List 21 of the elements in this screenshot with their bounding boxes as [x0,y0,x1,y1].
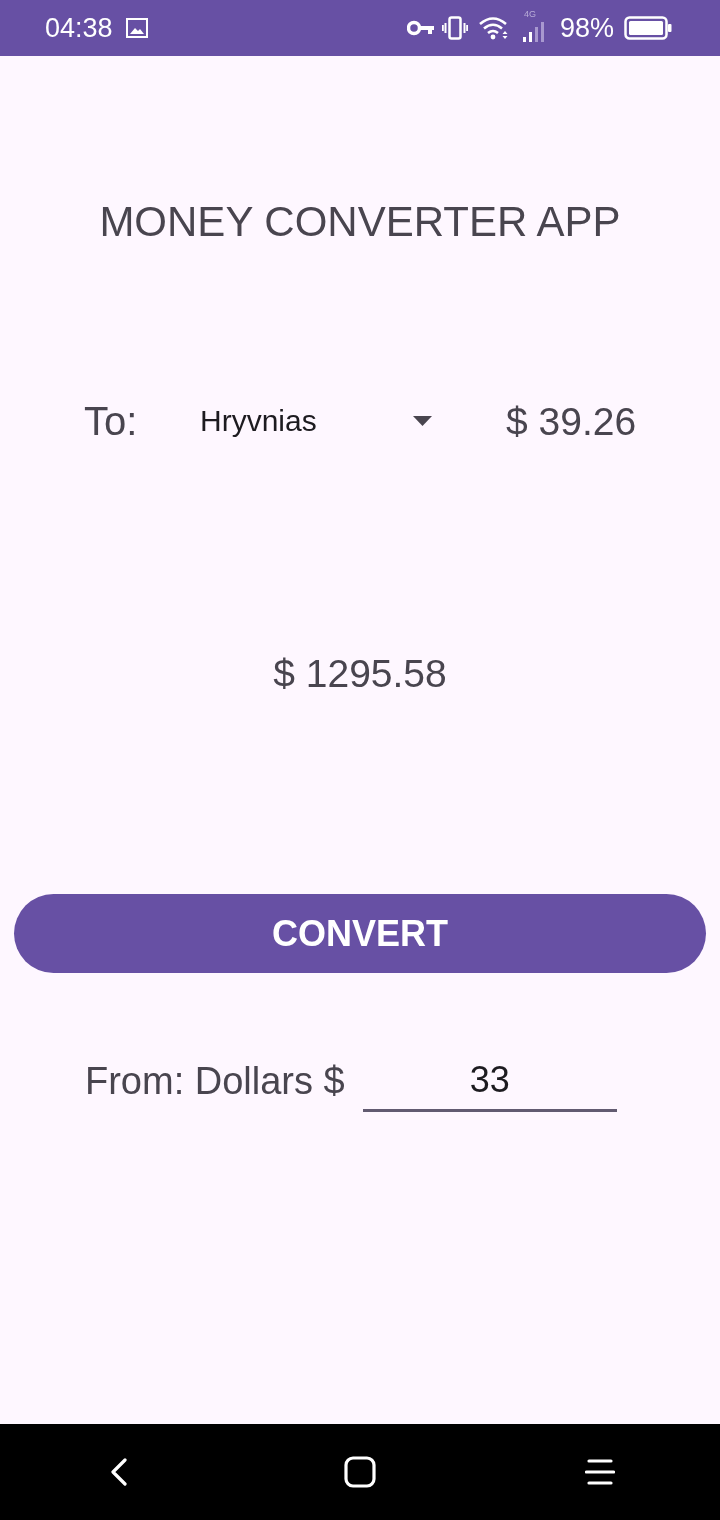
exchange-rate: $ 39.26 [506,401,637,441]
battery-icon [624,16,672,40]
currency-dropdown[interactable]: Hryvnias [184,389,450,453]
key-icon [406,20,435,36]
converted-amount: $ 1295.58 [273,653,447,693]
convert-button[interactable]: CONVERT [14,894,706,973]
menu-icon[interactable] [585,1458,615,1486]
back-icon[interactable] [109,1458,128,1486]
signal-icon [521,22,546,42]
wifi-icon [477,16,510,40]
amount-input[interactable]: 33 [362,1050,617,1112]
to-label: To: [84,401,139,441]
status-time: 04:38 [45,14,113,42]
home-icon[interactable] [344,1456,376,1488]
app-title: MONEY CONVERTER APP [99,201,621,243]
vibrate-icon [441,16,468,40]
network-type: 4G [523,10,536,19]
dropdown-caret-icon [413,416,432,426]
battery-percentage: 98% [559,14,614,42]
image-icon [125,18,148,38]
from-label: From: Dollars $ [85,1062,345,1100]
